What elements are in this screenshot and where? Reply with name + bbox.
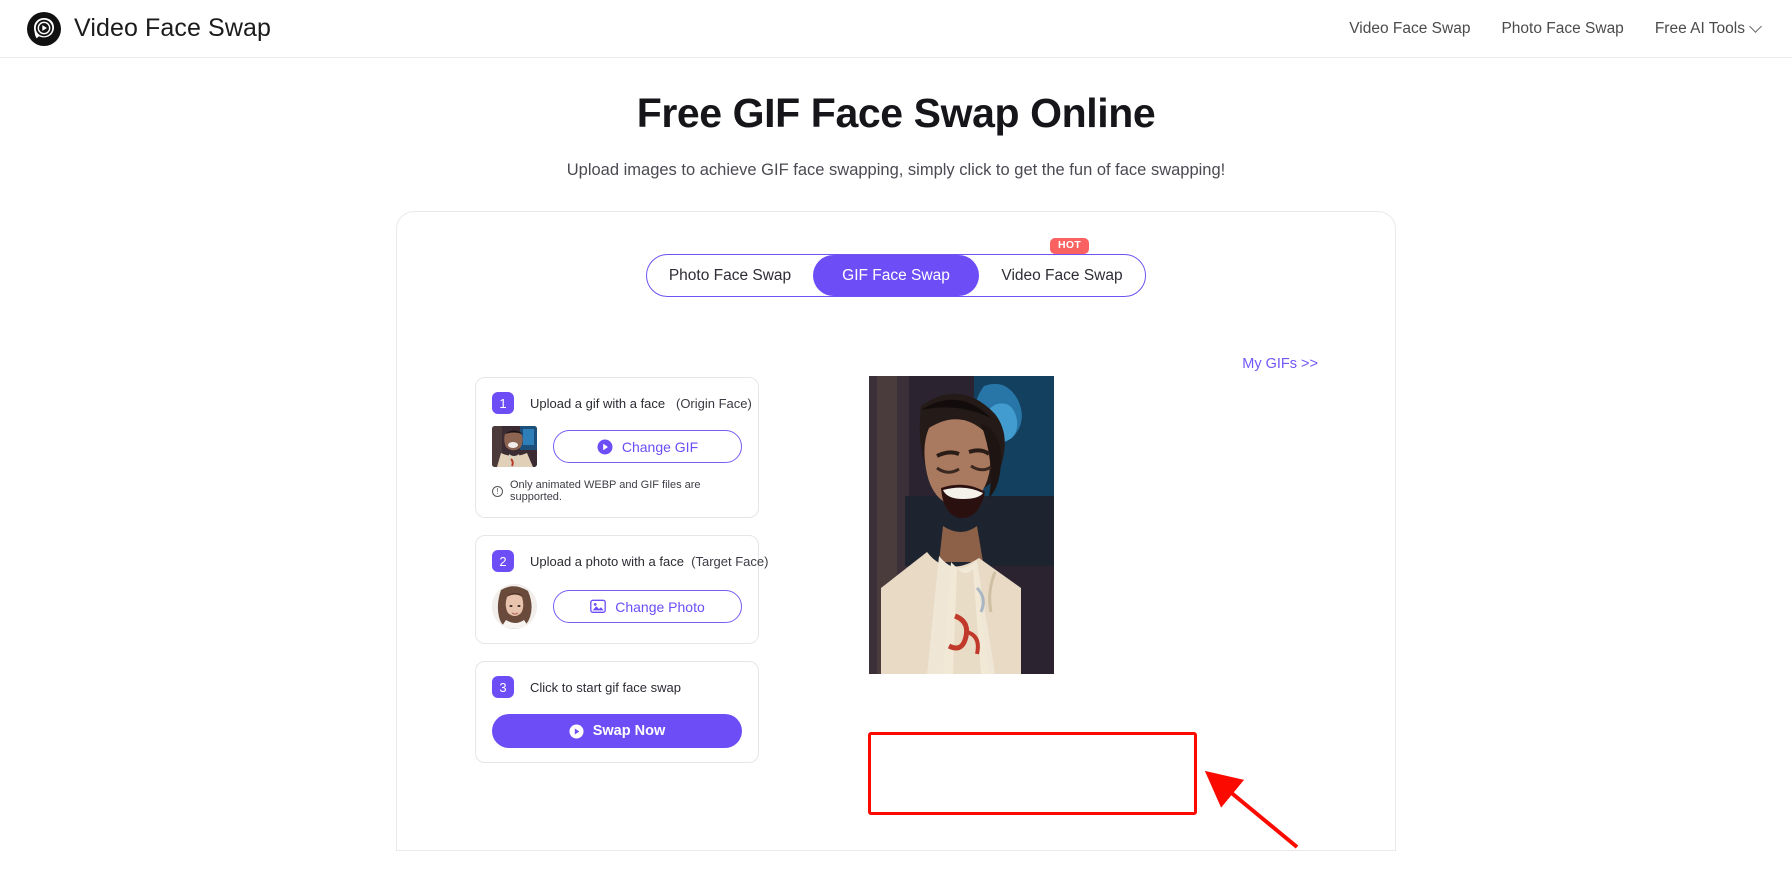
target-face-photo-thumbnail[interactable] [492,584,537,629]
step-1-subtitle: (Origin Face) [675,395,752,411]
tab-video-face-swap[interactable]: HOT Video Face Swap [979,238,1145,296]
change-photo-button[interactable]: Change Photo [553,590,742,623]
info-circle-icon: ! [492,485,503,497]
nav-item-video-face-swap[interactable]: Video Face Swap [1349,20,1470,38]
step-1-title: Upload a gif with a face (Origin Face) [530,396,752,411]
play-circle-icon [569,723,584,739]
step-1-title-text: Upload a gif with a face [530,395,666,411]
step-1-body: Change GIF [492,426,742,467]
step-2-number: 2 [492,550,514,572]
step-2-body: Change Photo [492,584,742,629]
nav-item-free-ai-tools[interactable]: Free AI Tools [1654,19,1762,38]
nav-item-free-ai-tools-label: Free AI Tools [1654,19,1745,37]
step-2-title: Upload a photo with a face (Target Face) [530,554,768,569]
page-title: Free GIF Face Swap Online [636,90,1156,136]
swap-now-button-label: Swap Now [592,723,666,739]
change-gif-button-label: Change GIF [621,438,699,455]
my-gifs-link[interactable]: My GIFs >> [1242,356,1318,372]
brand-name: Video Face Swap [74,14,271,42]
red-pointer-arrow [1204,770,1299,849]
main-navigation: Video Face Swap Photo Face Swap Free AI … [1349,19,1762,38]
image-icon [590,599,607,613]
step-2-title-text: Upload a photo with a face [530,553,684,569]
face-swap-logo-icon [27,11,61,46]
hero-section: Free GIF Face Swap Online Upload images … [0,58,1792,180]
step-1-card: 1 Upload a gif with a face (Origin Face) [475,377,759,518]
chevron-down-icon [1749,20,1762,33]
step-1-header: 1 Upload a gif with a face (Origin Face) [492,392,752,414]
step-3-card: 3 Click to start gif face swap Swap Now [475,661,759,763]
origin-gif-preview[interactable] [869,376,1054,674]
step-2-header: 2 Upload a photo with a face (Target Fac… [492,550,768,572]
hot-badge: HOT [1050,238,1090,254]
nav-item-photo-face-swap[interactable]: Photo Face Swap [1501,20,1623,38]
step-3-number: 3 [492,676,514,698]
step-3-title: Click to start gif face swap [530,679,681,695]
mode-tabs: Photo Face Swap GIF Face Swap HOT Video … [646,238,1146,297]
step-3-header: 3 Click to start gif face swap [492,676,742,698]
page-subtitle: Upload images to achieve GIF face swappi… [566,161,1226,179]
step-1-number: 1 [492,392,514,414]
change-photo-button-label: Change Photo [615,598,705,615]
brand-logo-link[interactable]: Video Face Swap [27,11,271,46]
origin-face-gif-thumbnail[interactable] [492,426,537,467]
step-2-subtitle: (Target Face) [691,553,769,569]
steps-column: 1 Upload a gif with a face (Origin Face) [475,377,768,763]
step-2-highlight-box [868,732,1197,815]
tab-video-face-swap-label: Video Face Swap [1001,266,1123,284]
tab-gif-face-swap[interactable]: GIF Face Swap [813,255,979,296]
step-1-note-text: Only animated WEBP and GIF files are sup… [510,479,701,503]
step-2-card: 2 Upload a photo with a face (Target Fac… [475,535,768,644]
face-swap-panel: Photo Face Swap GIF Face Swap HOT Video … [396,211,1396,851]
swap-now-button[interactable]: Swap Now [492,714,742,748]
play-circle-icon [597,439,613,454]
tab-photo-face-swap[interactable]: Photo Face Swap [647,255,813,296]
site-header: Video Face Swap Video Face Swap Photo Fa… [0,0,1792,58]
change-gif-button[interactable]: Change GIF [553,430,742,463]
step-1-note: ! Only animated WEBP and GIF files are s… [492,479,742,503]
